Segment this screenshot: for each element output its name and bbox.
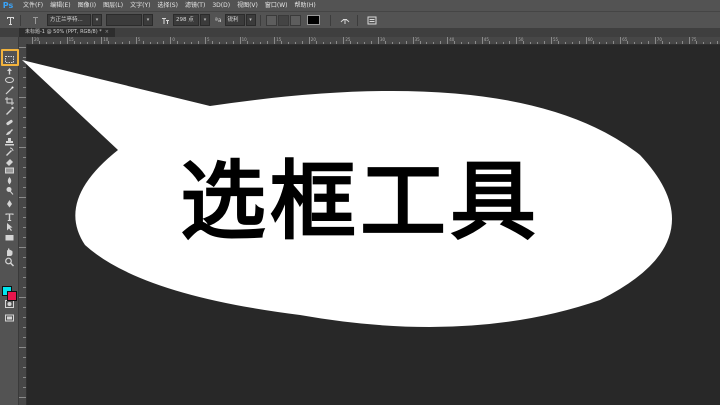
callout-text: 选框工具 xyxy=(180,152,540,252)
